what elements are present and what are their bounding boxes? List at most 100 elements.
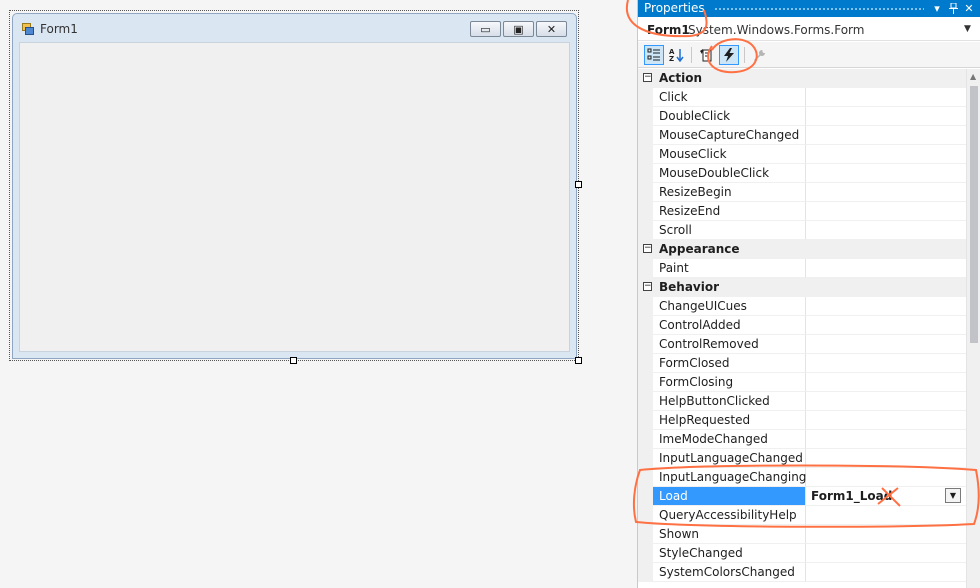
event-name: ResizeBegin bbox=[653, 183, 806, 202]
properties-button[interactable] bbox=[696, 45, 716, 65]
event-name: Scroll bbox=[653, 221, 806, 240]
event-handler-value[interactable] bbox=[806, 411, 966, 430]
event-row[interactable]: InputLanguageChanging bbox=[638, 468, 966, 487]
event-handler-value[interactable] bbox=[806, 259, 966, 278]
event-row[interactable]: InputLanguageChanged bbox=[638, 449, 966, 468]
event-row[interactable]: QueryAccessibilityHelp bbox=[638, 506, 966, 525]
event-row[interactable]: ResizeEnd bbox=[638, 202, 966, 221]
categorized-button[interactable] bbox=[644, 45, 664, 65]
event-row[interactable]: Scroll bbox=[638, 221, 966, 240]
row-gutter bbox=[638, 316, 653, 335]
event-handler-value[interactable] bbox=[806, 354, 966, 373]
event-row[interactable]: StyleChanged bbox=[638, 544, 966, 563]
panel-options-icon[interactable]: ▾ bbox=[930, 0, 944, 17]
alphabetical-icon: A Z bbox=[669, 48, 684, 62]
row-gutter bbox=[638, 506, 653, 525]
event-handler-value[interactable] bbox=[806, 221, 966, 240]
alphabetical-button[interactable]: A Z bbox=[667, 45, 687, 65]
event-name: StyleChanged bbox=[653, 544, 806, 563]
event-handler-value[interactable] bbox=[806, 107, 966, 126]
event-handler-value[interactable] bbox=[806, 373, 966, 392]
object-selector[interactable]: Form1 System.Windows.Forms.Form ▼ bbox=[638, 19, 980, 41]
form-client-area[interactable] bbox=[19, 42, 570, 352]
row-gutter bbox=[638, 107, 653, 126]
event-row[interactable]: ResizeBegin bbox=[638, 183, 966, 202]
collapse-icon[interactable]: − bbox=[643, 73, 652, 82]
event-row[interactable]: HelpRequested bbox=[638, 411, 966, 430]
event-row[interactable]: MouseDoubleClick bbox=[638, 164, 966, 183]
event-handler-value[interactable] bbox=[806, 506, 966, 525]
event-row[interactable]: MouseCaptureChanged bbox=[638, 126, 966, 145]
event-name: Click bbox=[653, 88, 806, 107]
event-row[interactable]: Paint bbox=[638, 259, 966, 278]
event-handler-value[interactable]: Form1_Load ▼ bbox=[806, 487, 966, 506]
event-handler-value[interactable] bbox=[806, 525, 966, 544]
event-handler-value[interactable] bbox=[806, 164, 966, 183]
event-handler-value[interactable] bbox=[806, 335, 966, 354]
event-name: DoubleClick bbox=[653, 107, 806, 126]
event-handler-value[interactable] bbox=[806, 202, 966, 221]
event-row[interactable]: HelpButtonClicked bbox=[638, 392, 966, 411]
event-handler-value[interactable] bbox=[806, 126, 966, 145]
row-gutter bbox=[638, 487, 653, 506]
properties-header[interactable]: Properties ▾ ✕ bbox=[638, 0, 980, 17]
event-handler-value[interactable] bbox=[806, 544, 966, 563]
category-appearance[interactable]: − Appearance bbox=[638, 240, 966, 259]
category-label: Appearance bbox=[659, 242, 740, 256]
event-row[interactable]: ChangeUICues bbox=[638, 297, 966, 316]
event-handler-value[interactable] bbox=[806, 145, 966, 164]
scroll-up-icon[interactable]: ▲ bbox=[970, 72, 976, 81]
row-gutter bbox=[638, 468, 653, 487]
row-gutter bbox=[638, 392, 653, 411]
resize-handle-bottom[interactable] bbox=[290, 357, 297, 364]
form-designer-surface[interactable]: Form1 ▭ ▣ ✕ bbox=[0, 0, 636, 588]
event-row[interactable]: Click bbox=[638, 88, 966, 107]
category-behavior[interactable]: − Behavior bbox=[638, 278, 966, 297]
collapse-icon[interactable]: − bbox=[643, 244, 652, 253]
event-handler-value[interactable] bbox=[806, 183, 966, 202]
object-dropdown-icon[interactable]: ▼ bbox=[964, 24, 971, 34]
property-pages-button[interactable] bbox=[749, 45, 769, 65]
event-handler-value[interactable] bbox=[806, 392, 966, 411]
properties-icon bbox=[700, 49, 712, 62]
event-handler-value[interactable] bbox=[806, 297, 966, 316]
event-row[interactable]: ControlAdded bbox=[638, 316, 966, 335]
category-action[interactable]: − Action bbox=[638, 69, 966, 88]
event-row[interactable]: FormClosed bbox=[638, 354, 966, 373]
event-handler-value[interactable] bbox=[806, 316, 966, 335]
event-name: MouseCaptureChanged bbox=[653, 126, 806, 145]
event-row[interactable]: MouseClick bbox=[638, 145, 966, 164]
event-row[interactable]: DoubleClick bbox=[638, 107, 966, 126]
pin-icon[interactable] bbox=[946, 0, 960, 17]
event-handler-value[interactable] bbox=[806, 468, 966, 487]
event-name: ControlAdded bbox=[653, 316, 806, 335]
panel-close-icon[interactable]: ✕ bbox=[962, 0, 976, 17]
collapse-icon[interactable]: − bbox=[643, 282, 652, 291]
event-row-load[interactable]: Load Form1_Load ▼ bbox=[638, 487, 966, 506]
event-name: InputLanguageChanged bbox=[653, 449, 806, 468]
event-handler-value[interactable] bbox=[806, 449, 966, 468]
event-row[interactable]: Shown bbox=[638, 525, 966, 544]
properties-toolbar: A Z bbox=[638, 42, 980, 68]
event-handler-value[interactable] bbox=[806, 430, 966, 449]
property-grid-scrollbar[interactable]: ▲ bbox=[966, 69, 980, 588]
handler-dropdown-icon[interactable]: ▼ bbox=[945, 488, 961, 503]
resize-handle-corner[interactable] bbox=[575, 357, 582, 364]
event-name: HelpButtonClicked bbox=[653, 392, 806, 411]
events-button[interactable] bbox=[719, 45, 739, 65]
maximize-button[interactable]: ▣ bbox=[503, 21, 534, 37]
event-handler-value[interactable] bbox=[806, 88, 966, 107]
scroll-thumb[interactable] bbox=[970, 86, 978, 343]
event-name: InputLanguageChanging bbox=[653, 468, 806, 487]
event-row[interactable]: FormClosing bbox=[638, 373, 966, 392]
form-window[interactable]: Form1 ▭ ▣ ✕ bbox=[12, 13, 577, 359]
close-button[interactable]: ✕ bbox=[536, 21, 567, 37]
event-handler-value[interactable] bbox=[806, 563, 966, 582]
resize-handle-right[interactable] bbox=[575, 181, 582, 188]
event-row[interactable]: SystemColorsChanged bbox=[638, 563, 966, 582]
minimize-button[interactable]: ▭ bbox=[470, 21, 501, 37]
event-row[interactable]: ControlRemoved bbox=[638, 335, 966, 354]
form-titlebar[interactable]: Form1 ▭ ▣ ✕ bbox=[13, 14, 576, 42]
row-gutter bbox=[638, 525, 653, 544]
event-row[interactable]: ImeModeChanged bbox=[638, 430, 966, 449]
